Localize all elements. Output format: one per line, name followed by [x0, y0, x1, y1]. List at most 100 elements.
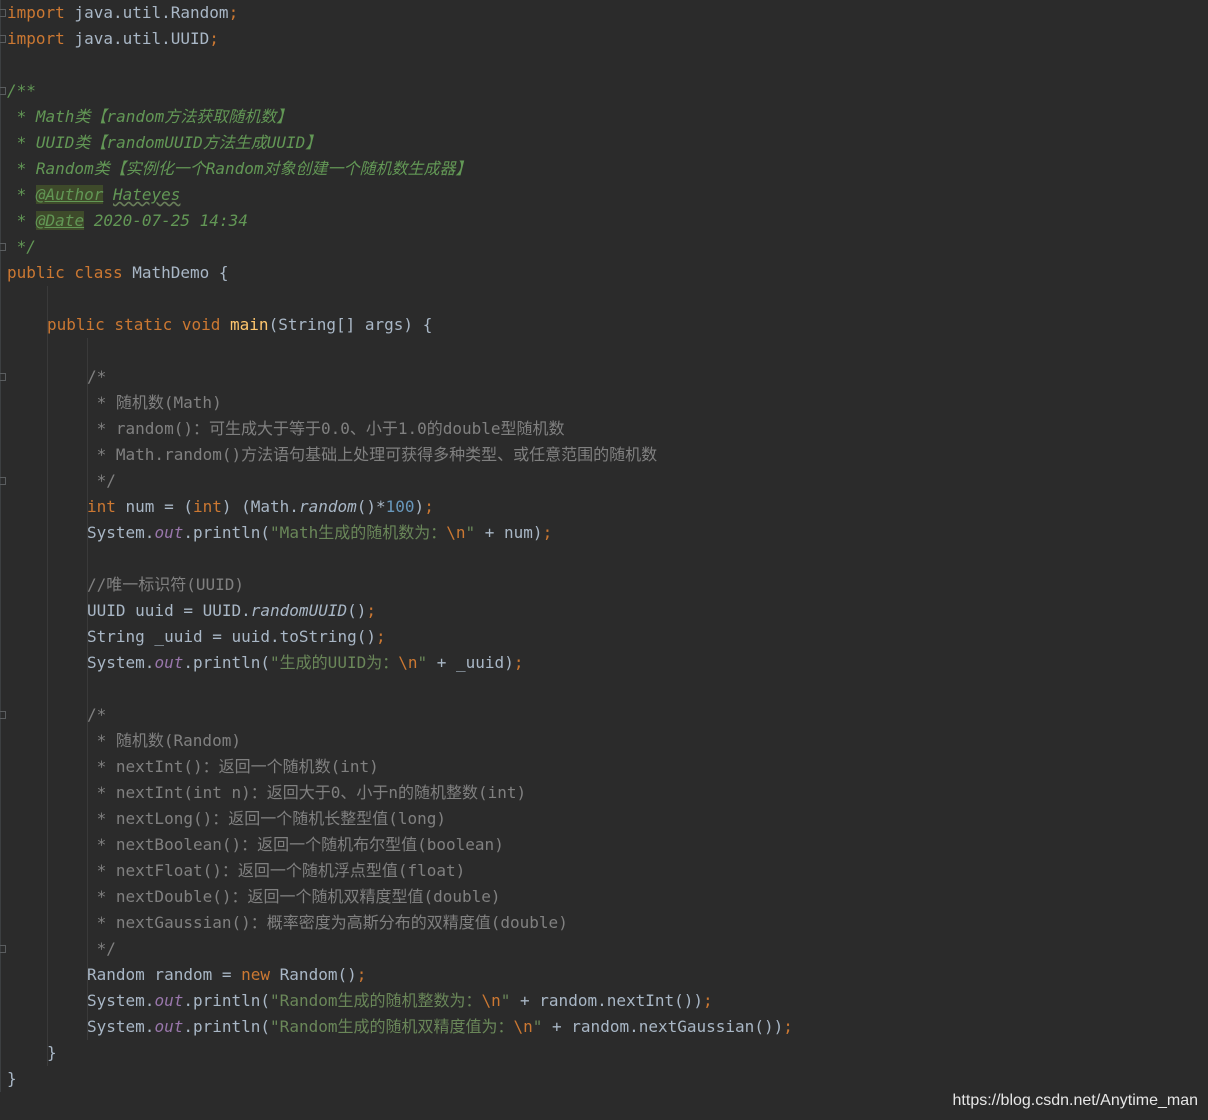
semicolon: ; — [228, 3, 239, 22]
static-field: out — [154, 523, 184, 542]
fold-marker-icon[interactable] — [0, 945, 6, 953]
comment-line[interactable]: /* — [87, 702, 106, 728]
fold-marker-icon[interactable] — [0, 373, 6, 381]
doc-comment-line[interactable]: * @Author Hateyes — [7, 182, 180, 208]
code-text: Random() — [270, 965, 357, 984]
code-line[interactable]: System.out.println("Random生成的随机整数为：\n" +… — [87, 988, 713, 1014]
comment-line[interactable]: * random()：可生成大于等于0.0、小于1.0的double型随机数 — [87, 416, 565, 442]
comment-line[interactable]: * nextDouble()：返回一个随机双精度型值(double) — [87, 884, 501, 910]
code-text: java.util.UUID — [64, 29, 210, 48]
string-literal: " — [465, 523, 476, 542]
semicolon: ; — [424, 497, 434, 516]
code-text: java.util.Random — [64, 3, 229, 22]
code-text: .println( — [183, 523, 271, 542]
class-name: MathDemo { — [122, 263, 229, 282]
static-field: out — [154, 991, 184, 1010]
comment-line[interactable]: * nextFloat()：返回一个随机浮点型值(float) — [87, 858, 466, 884]
keyword: public static void — [47, 315, 221, 334]
method-call: random — [298, 497, 357, 516]
doc-comment-line[interactable]: * Math类【random方法获取随机数】 — [7, 104, 293, 130]
fold-marker-icon[interactable] — [0, 477, 6, 485]
code-text: UUID uuid = UUID. — [87, 601, 251, 620]
keyword: import — [7, 3, 65, 22]
fold-marker-icon[interactable] — [0, 243, 6, 251]
string-literal: "Random生成的随机双精度值为： — [270, 1017, 514, 1036]
semicolon: ; — [513, 653, 524, 672]
code-line[interactable]: } — [7, 1066, 17, 1092]
code-line[interactable]: System.out.println("生成的UUID为：\n" + _uuid… — [87, 650, 523, 676]
comment-line[interactable]: * nextGaussian()：概率密度为高斯分布的双精度值(double) — [87, 910, 568, 936]
code-text: System. — [87, 991, 155, 1010]
string-literal: "生成的UUID为： — [270, 653, 399, 672]
keyword: int — [87, 497, 116, 516]
comment-line[interactable]: * 随机数(Math) — [87, 390, 222, 416]
string-literal: "Math生成的随机数为： — [270, 523, 447, 542]
comment-line[interactable]: * nextLong()：返回一个随机长整型值(long) — [87, 806, 446, 832]
doc-star: * — [7, 211, 36, 230]
escape-sequence: \n — [398, 653, 418, 672]
code-line[interactable]: public static void main(String[] args) { — [47, 312, 432, 338]
code-line[interactable]: public class MathDemo { — [7, 260, 229, 286]
fold-marker-icon[interactable] — [0, 9, 6, 17]
doc-comment-line[interactable]: * @Date 2020-07-25 14:34 — [7, 208, 248, 234]
string-literal: " — [532, 1017, 543, 1036]
doc-comment-line[interactable]: * UUID类【randomUUID方法生成UUID】 — [7, 130, 322, 156]
string-literal: " — [417, 653, 428, 672]
doc-date-tag: @Date — [35, 211, 85, 230]
comment-line[interactable]: * nextBoolean()：返回一个随机布尔型值(boolean) — [87, 832, 504, 858]
code-text: String _uuid = uuid.toString() — [87, 627, 376, 646]
code-line[interactable]: import java.util.UUID; — [7, 26, 219, 52]
number-literal: 100 — [385, 497, 415, 516]
method-call: randomUUID — [250, 601, 348, 620]
string-literal: " — [500, 991, 511, 1010]
code-text: + random.nextInt()) — [510, 991, 704, 1010]
code-line[interactable]: } — [47, 1040, 57, 1066]
escape-sequence: \n — [513, 1017, 533, 1036]
gutter — [0, 0, 1, 1092]
code-line[interactable]: UUID uuid = UUID.randomUUID(); — [87, 598, 376, 624]
code-text: ()* — [356, 497, 386, 516]
fold-marker-icon[interactable] — [0, 35, 6, 43]
semicolon: ; — [209, 29, 219, 48]
string-literal: "Random生成的随机整数为： — [270, 991, 482, 1010]
keyword: new — [241, 965, 271, 984]
comment-line[interactable]: * Math.random()方法语句基础上处理可获得多种类型、或任意范围的随机… — [87, 442, 658, 468]
comment-line[interactable]: * nextInt()：返回一个随机数(int) — [87, 754, 379, 780]
code-line[interactable]: String _uuid = uuid.toString(); — [87, 624, 386, 650]
fold-marker-icon[interactable] — [0, 711, 6, 719]
keyword: import — [7, 29, 65, 48]
comment-line[interactable]: * 随机数(Random) — [87, 728, 241, 754]
code-text: System. — [87, 523, 155, 542]
code-line[interactable]: import java.util.Random; — [7, 0, 238, 26]
code-text: ) — [414, 497, 425, 516]
code-line[interactable]: System.out.println("Math生成的随机数为：\n" + nu… — [87, 520, 552, 546]
keyword: int — [192, 497, 222, 516]
code-text: .println( — [183, 991, 271, 1010]
code-text: .println( — [183, 653, 271, 672]
doc-comment-line[interactable]: /** — [7, 78, 36, 104]
comment-line[interactable]: */ — [87, 936, 116, 962]
fold-marker-icon[interactable] — [0, 87, 6, 95]
code-text: Random random = — [87, 965, 242, 984]
escape-sequence: \n — [446, 523, 466, 542]
comment-line[interactable]: */ — [87, 468, 116, 494]
doc-comment-line[interactable]: */ — [7, 234, 36, 260]
doc-comment-line[interactable]: * Random类【实例化一个Random对象创建一个随机数生成器】 — [7, 156, 472, 182]
comment-line[interactable]: /* — [87, 364, 106, 390]
static-field: out — [154, 653, 184, 672]
code-line[interactable]: int num = (int) (Math.random()*100); — [87, 494, 434, 520]
code-editor[interactable]: import java.util.Random; import java.uti… — [0, 0, 1208, 1120]
code-text: num = ( — [115, 497, 193, 516]
code-text: + num) — [475, 523, 543, 542]
keyword: public class — [7, 263, 123, 282]
comment-line[interactable]: //唯一标识符(UUID) — [87, 572, 244, 598]
code-text: .println( — [183, 1017, 271, 1036]
code-line[interactable]: System.out.println("Random生成的随机双精度值为：\n"… — [87, 1014, 793, 1040]
doc-date-value: 2020-07-25 14:34 — [84, 211, 248, 230]
semicolon: ; — [703, 991, 713, 1010]
semicolon: ; — [783, 1017, 793, 1036]
code-line[interactable]: Random random = new Random(); — [87, 962, 366, 988]
static-field: out — [154, 1017, 184, 1036]
doc-author-value: Hateyes — [112, 185, 181, 204]
comment-line[interactable]: * nextInt(int n)：返回大于0、小于n的随机整数(int) — [87, 780, 527, 806]
